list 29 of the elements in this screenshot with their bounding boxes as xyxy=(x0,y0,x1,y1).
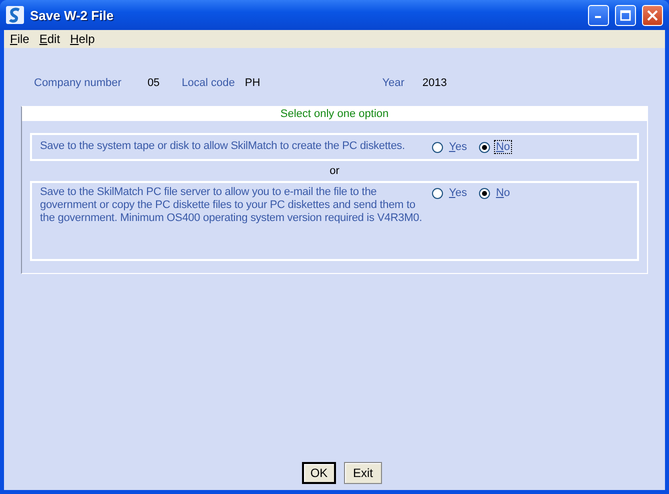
radio-option[interactable]: No xyxy=(478,186,512,200)
dialog-button[interactable]: Exit xyxy=(344,462,382,484)
radio-button[interactable] xyxy=(478,142,490,152)
field-value: PH xyxy=(244,77,260,89)
close-button[interactable] xyxy=(642,4,663,26)
separator-text: or xyxy=(328,165,340,177)
radio-button[interactable] xyxy=(432,188,443,198)
app-icon xyxy=(6,6,24,24)
maximize-icon xyxy=(620,10,631,20)
radio-button[interactable] xyxy=(478,188,490,198)
radio-option[interactable]: Yes xyxy=(432,186,469,200)
radio-option[interactable]: Yes xyxy=(432,140,469,154)
radio-button[interactable] xyxy=(432,142,443,152)
panel-title: Select only one option xyxy=(22,107,647,121)
close-icon xyxy=(647,10,658,20)
menu-item[interactable]: Help xyxy=(70,32,95,46)
field-value: 2013 xyxy=(422,77,447,89)
field-label: Local code xyxy=(182,77,235,89)
option-text: Save to the SkilMatch PC file server to allow you to e-mail the file to the government or copy the PC diskette files to your PC diskettes and send them to the government. Minimum OS400 operating system version required is V4R3M0. xyxy=(40,186,424,225)
window-title: Save W-2 File xyxy=(30,8,115,22)
minimize-button[interactable] xyxy=(588,4,609,26)
field-label: Company number xyxy=(34,77,122,89)
menu-item[interactable]: Edit xyxy=(39,32,60,46)
menu-item[interactable]: File xyxy=(10,32,30,46)
field-value: 05 xyxy=(147,77,160,89)
option-text: Save to the system tape or disk to allow SkilMatch to create the PC diskettes. xyxy=(40,140,406,153)
maximize-button[interactable] xyxy=(615,4,636,26)
dialog-button[interactable]: OK xyxy=(302,462,336,484)
field-label: Year xyxy=(382,77,404,89)
